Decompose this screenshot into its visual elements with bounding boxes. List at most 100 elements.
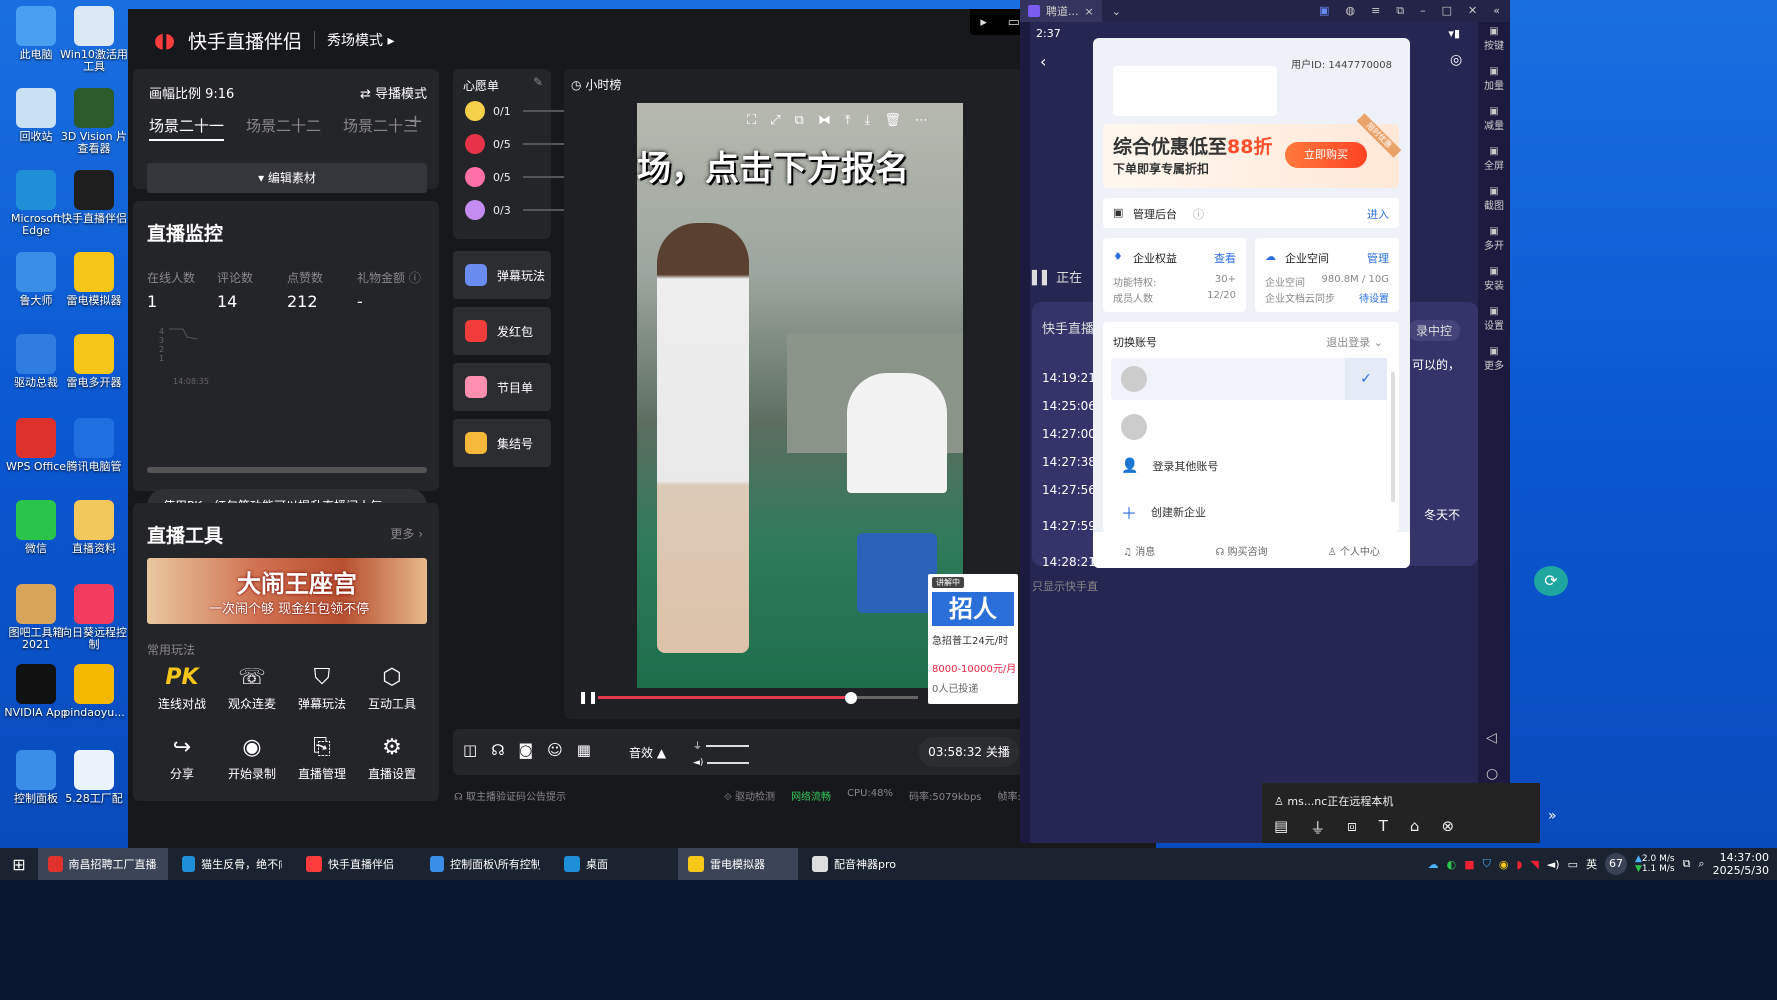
emulator-side-button[interactable]: ▣ 设置 [1478,306,1510,332]
close-icon[interactable]: ✕ [1468,4,1477,18]
chat-icon[interactable]: ▤ [1274,817,1288,838]
folder-icon[interactable]: ⌂ [1410,817,1420,838]
shield-tray-icon[interactable]: ⛉ [1483,857,1491,871]
admin-enter-link[interactable]: 进入 [1367,206,1389,222]
clock[interactable]: 14:37:00 2025/5/30 [1713,851,1769,877]
mic-icon[interactable]: ⏚ [1310,817,1325,838]
emulator-side-button[interactable]: ▣ 按键 [1478,26,1510,52]
add-scene-button[interactable]: + [408,111,423,132]
wps-tray-icon[interactable]: ◥ [1530,858,1538,871]
cast-icon[interactable]: ▸ [980,15,987,30]
emulator-side-button[interactable]: ▣ 多开 [1478,226,1510,252]
kuaishou-tray-icon[interactable]: ◗ [1517,858,1523,871]
input-lang[interactable]: 英 [1586,856,1597,872]
account-icon[interactable]: ◍ [1345,4,1355,18]
announcement[interactable]: ☊ 取主播验证码公告提示 [454,788,566,803]
app-tray-icon[interactable]: ■ [1464,858,1474,871]
rights-view-link[interactable]: 查看 [1214,250,1236,266]
layout-icon[interactable]: ◫ [463,741,477,759]
edit-icon[interactable]: ✎ [533,75,543,89]
flip-icon[interactable]: ⧓ [818,113,831,128]
minimize-icon[interactable]: – [1420,4,1426,18]
taskbar-item[interactable]: 雷电模拟器 [678,848,798,880]
screen-share-icon[interactable]: ⧈ [1347,817,1357,838]
emulator-side-button[interactable]: ▣ 加量 [1478,66,1510,92]
playback-progress[interactable]: ❚❚ [578,690,918,704]
move-top-icon[interactable]: ⤒ [845,113,851,128]
video-preview[interactable]: 场，点击下方报名 ⛶ ⤢ ⧉ ⧓ ⤒ ⤓ 🗑 ⋯ [637,103,963,688]
emulator-side-button[interactable]: ▣ 全屏 [1478,146,1510,172]
buy-now-button[interactable]: 立即购买 [1285,142,1367,168]
speaker-volume[interactable]: ◄) [693,758,749,768]
recording-control[interactable]: 录中控 [1407,320,1460,341]
floating-assistant-icon[interactable]: ⟳ [1534,566,1568,596]
popup-scrollbar[interactable] [1391,372,1395,502]
taskbar-item[interactable]: 南昌招聘工厂直播... [38,848,168,880]
desktop-icon[interactable]: 5.28工厂配 [58,750,130,805]
grid-icon[interactable]: ▦ [577,741,591,759]
logout-button[interactable]: 退出登录 ⌄ [1326,334,1383,350]
performance-badge[interactable]: 67 [1604,853,1627,875]
fit-icon[interactable]: ⛶ [747,113,756,128]
side-button-2[interactable]: 发红包 [453,307,551,355]
emulator-side-button[interactable]: ▣ 减量 [1478,106,1510,132]
end-live-button[interactable]: 03:58:32 关播 [919,737,1019,767]
headset-icon[interactable]: ☊ [491,741,504,759]
tool-3[interactable]: ⛉ 弹幕玩法 [287,663,357,712]
cloud-tray-icon[interactable]: ☁ [1428,858,1439,871]
side-button-4[interactable]: 集结号 [453,419,551,467]
taskbar-item[interactable]: 桌面 [554,848,674,880]
sound-effect-button[interactable]: 音效 ▲ [629,744,666,761]
restore-icon[interactable]: ⧉ [1396,4,1404,18]
profile-button[interactable]: ♙ 个人中心 [1328,543,1380,558]
tool-4[interactable]: ⬡ 互动工具 [357,663,427,712]
taskbar-item[interactable]: 配音神器pro [802,848,912,880]
desktop-icon[interactable]: 快手直播伴侣 [58,170,130,225]
windows-start-icon[interactable]: ⊞ [0,855,38,874]
space-sync-link[interactable]: 待设置 [1359,290,1389,305]
emulator-side-button[interactable]: ▣ 安装 [1478,266,1510,292]
taskbar-item[interactable]: 控制面板\所有控制... [420,848,550,880]
tools-more-link[interactable]: 更多 › [390,525,423,542]
tool-1[interactable]: PK 连线对战 [147,663,217,712]
tool-7[interactable]: ⎘ 直播管理 [287,733,357,782]
promo-card[interactable]: 综合优惠低至88折 下单即享专属折扣 立即购买 限时优惠 [1103,113,1402,188]
eye-off-icon[interactable]: ◎ [1450,52,1462,68]
desktop-icon[interactable]: 直播资料 [58,500,130,555]
desktop-icon[interactable]: 向日葵远程控制 [58,584,130,651]
mode-selector[interactable]: 秀场模式 ▸ [327,30,394,50]
fullscreen-icon[interactable]: ⤢ [770,113,780,128]
desktop-icon[interactable]: 腾讯电脑管 [58,418,130,473]
messages-button[interactable]: ♫ 消息 [1123,543,1155,558]
event-banner[interactable]: 大闹王座宫 一次闹个够 现金红包领不停 [147,558,427,624]
tool-8[interactable]: ⚙ 直播设置 [357,733,427,782]
desktop-icon[interactable]: 雷电多开器 [58,334,130,389]
desktop-icon[interactable]: 雷电模拟器 [58,252,130,307]
desktop-icon[interactable]: 3D Vision 片查看器 [58,88,130,155]
delete-icon[interactable]: 🗑 [884,113,901,128]
back-icon[interactable]: ‹ [1040,52,1046,71]
home-nav-icon[interactable]: ○ [1486,766,1498,782]
scene-tab-23[interactable]: 场景二十三 [343,115,418,141]
side-button-3[interactable]: 节目单 [453,363,551,411]
maximize-icon[interactable]: □ [1442,4,1452,18]
pause-icon[interactable]: ❚❚ [578,690,598,704]
wish-item[interactable]: 0/3 [465,198,569,222]
emulator-tab[interactable]: 聘道... × [1020,0,1102,22]
guide-mode-button[interactable]: ⇄ 导播模式 [360,83,427,102]
screen-icon[interactable]: ▭ [1008,15,1020,30]
desktop-icon[interactable]: Win10激活用工具 [58,6,130,73]
volume-icon[interactable]: ◄) [1547,858,1560,871]
tab-close-icon[interactable]: × [1085,5,1094,18]
back-nav-icon[interactable]: ◁ [1486,730,1497,746]
screenshot-tray-icon[interactable]: ⧉ [1683,857,1691,871]
tool-2[interactable]: ☏ 观众连麦 [217,663,287,712]
side-button-1[interactable]: 弹幕玩法 [453,251,551,299]
text-icon[interactable]: T [1379,817,1388,838]
admin-card[interactable]: ▣ 管理后台 ⓘ 进入 [1103,198,1399,228]
wish-item[interactable]: 0/5 [465,165,569,189]
emulator-side-button[interactable]: ▣ 截图 [1478,186,1510,212]
consult-button[interactable]: ☊ 购买咨询 [1215,543,1267,558]
rotate-icon[interactable]: ⧉ [795,113,804,128]
wish-item[interactable]: 0/5 [465,132,569,156]
